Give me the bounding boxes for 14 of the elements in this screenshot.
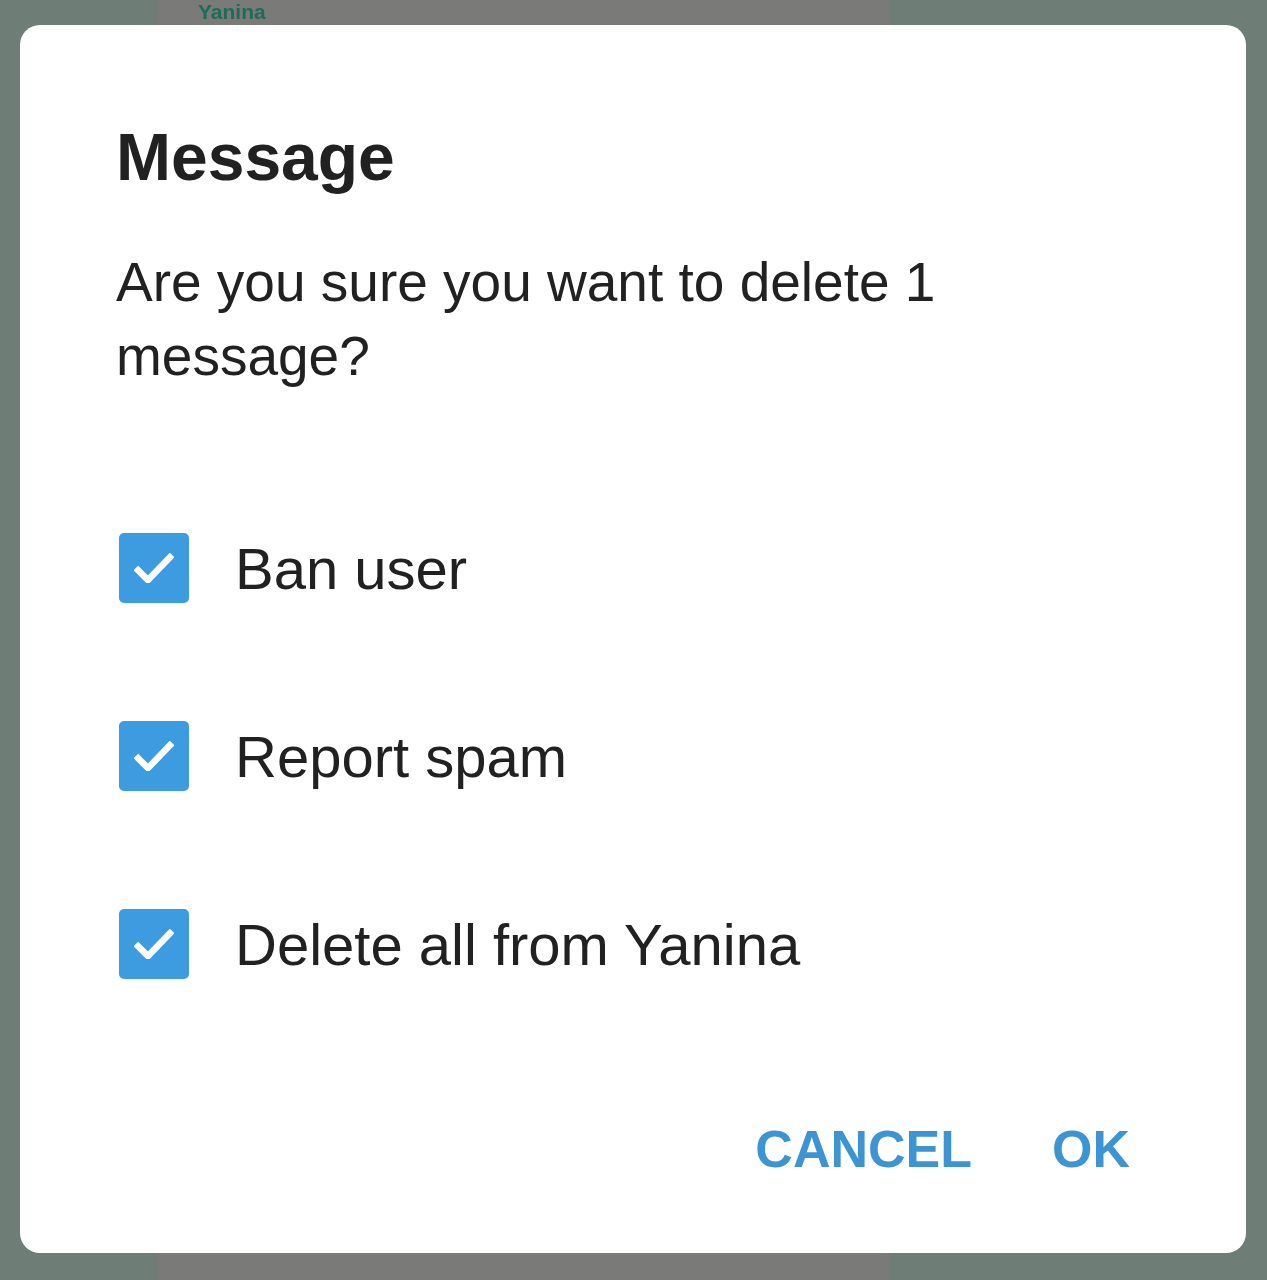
checkbox[interactable] xyxy=(119,533,189,603)
sender-name: Yanina xyxy=(198,1,266,22)
check-icon xyxy=(134,929,174,959)
checkbox[interactable] xyxy=(119,909,189,979)
dialog-title: Message xyxy=(116,119,396,196)
ok-button[interactable]: OK xyxy=(1052,1111,1130,1187)
check-icon xyxy=(134,553,174,583)
cancel-button[interactable]: CANCEL xyxy=(755,1111,972,1187)
checkbox[interactable] xyxy=(119,721,189,791)
dialog-message: Are you sure you want to delete 1 message? xyxy=(116,250,937,389)
check-icon xyxy=(134,741,174,771)
option-label: Ban user xyxy=(235,534,468,602)
option-label: Delete all from Yanina xyxy=(235,910,801,978)
option-label: Report spam xyxy=(235,722,568,790)
